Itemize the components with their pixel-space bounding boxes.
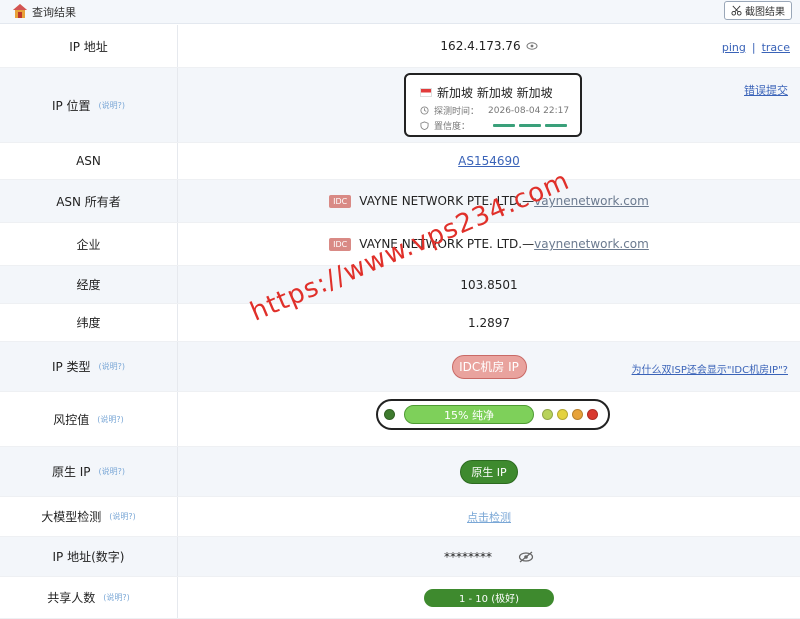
screenshot-label: 截图结果: [745, 7, 785, 18]
share-hint[interactable]: (说明?): [103, 592, 130, 603]
screenshot-button[interactable]: 截图结果: [724, 1, 792, 20]
native-label: 原生 IP (说明?): [0, 447, 178, 496]
enterprise-label: 企业: [0, 223, 178, 265]
ip-label: IP 地址: [0, 25, 178, 67]
risk-label: 风控值 (说明?): [0, 392, 178, 446]
llm-label: 大模型检测 (说明?): [0, 497, 178, 536]
row-location: IP 位置 (说明?) 新加坡 新加坡 新加坡 探测时间： 2026-08-04…: [0, 68, 800, 143]
row-share: 共享人数 (说明?) 1 - 10 (极好): [0, 577, 800, 619]
ping-link[interactable]: ping: [722, 41, 746, 54]
enterprise-domain[interactable]: vaynenetwork.com: [534, 237, 649, 251]
risk-dot: [587, 409, 598, 420]
scissors-icon: [731, 5, 742, 16]
idc-tag: IDC: [329, 194, 352, 208]
risk-dot: [557, 409, 568, 420]
risk-value: 15% 纯净: [404, 405, 534, 424]
ip-value-cell: 162.4.173.76: [178, 25, 800, 67]
location-card: 新加坡 新加坡 新加坡 探测时间： 2026-08-04 22:17 置信度：: [404, 73, 582, 137]
eye-off-icon[interactable]: [518, 551, 534, 563]
location-country: 新加坡 新加坡 新加坡: [420, 84, 553, 101]
ip-numeric-label: IP 地址(数字): [0, 537, 178, 576]
row-ip-type: IP 类型 (说明?) IDC机房 IP 为什么双ISP还会显示"IDC机房IP…: [0, 342, 800, 392]
asn-link[interactable]: AS154690: [458, 154, 520, 168]
probe-time: 探测时间： 2026-08-04 22:17: [420, 104, 569, 117]
row-latitude: 纬度 1.2897: [0, 304, 800, 342]
share-value-cell: 1 - 10 (极好): [178, 577, 800, 618]
llm-value-cell: 点击检测: [178, 497, 800, 536]
eye-icon[interactable]: [526, 41, 538, 51]
page-title: 查询结果: [32, 6, 76, 19]
latitude-label: 纬度: [0, 304, 178, 341]
clock-icon: [420, 106, 429, 115]
row-native: 原生 IP (说明?) 原生 IP: [0, 447, 800, 497]
row-risk: 风控值 (说明?) 15% 纯净: [0, 392, 800, 447]
share-label: 共享人数 (说明?): [0, 577, 178, 618]
native-value-cell: 原生 IP: [178, 447, 800, 496]
ip-type-label: IP 类型 (说明?): [0, 342, 178, 391]
report-error-link[interactable]: 错误提交: [744, 82, 788, 98]
ping-trace: ping | trace: [722, 41, 790, 54]
share-badge: 1 - 10 (极好): [424, 588, 554, 607]
ip-numeric-value-cell: ********: [178, 537, 800, 576]
native-badge: 原生 IP: [460, 459, 518, 484]
home-icon: [13, 4, 27, 18]
separator: |: [751, 41, 756, 54]
longitude-label: 经度: [0, 266, 178, 303]
llm-hint[interactable]: (说明?): [109, 511, 136, 522]
native-hint[interactable]: (说明?): [99, 466, 126, 477]
confidence-bars: [493, 124, 568, 127]
location-label: IP 位置 (说明?): [0, 68, 178, 142]
confidence: 置信度：: [420, 119, 568, 132]
row-llm: 大模型检测 (说明?) 点击检测: [0, 497, 800, 537]
risk-meter: 15% 纯净: [376, 399, 610, 430]
row-asn: ASN AS154690: [0, 143, 800, 180]
row-ip-numeric: IP 地址(数字) ********: [0, 537, 800, 577]
ip-type-hint[interactable]: (说明?): [99, 361, 126, 372]
asn-label: ASN: [0, 143, 178, 179]
location-hint[interactable]: (说明?): [99, 100, 126, 111]
asn-owner-label: ASN 所有者: [0, 180, 178, 222]
row-asn-owner: ASN 所有者 IDC VAYNE NETWORK PTE. LTD.— vay…: [0, 180, 800, 223]
idc-tag: IDC: [329, 237, 352, 251]
risk-dot: [572, 409, 583, 420]
ip-numeric-value: ********: [444, 549, 492, 564]
top-bar: 查询结果 截图结果: [0, 0, 800, 24]
llm-detect-link[interactable]: 点击检测: [467, 509, 511, 525]
risk-dot: [384, 409, 395, 420]
risk-dot: [542, 409, 553, 420]
flag-icon: [420, 88, 432, 97]
row-longitude: 经度 103.8501: [0, 266, 800, 304]
shield-icon: [420, 121, 429, 130]
trace-link[interactable]: trace: [762, 41, 790, 54]
asn-value-cell: AS154690: [178, 143, 800, 179]
risk-hint[interactable]: (说明?): [97, 414, 124, 425]
ip-type-badge: IDC机房 IP: [451, 354, 527, 379]
row-ip: IP 地址 162.4.173.76 ping | trace: [0, 25, 800, 68]
ip-value: 162.4.173.76: [440, 39, 521, 53]
ip-type-question-link[interactable]: 为什么双ISP还会显示"IDC机房IP"?: [632, 361, 788, 376]
